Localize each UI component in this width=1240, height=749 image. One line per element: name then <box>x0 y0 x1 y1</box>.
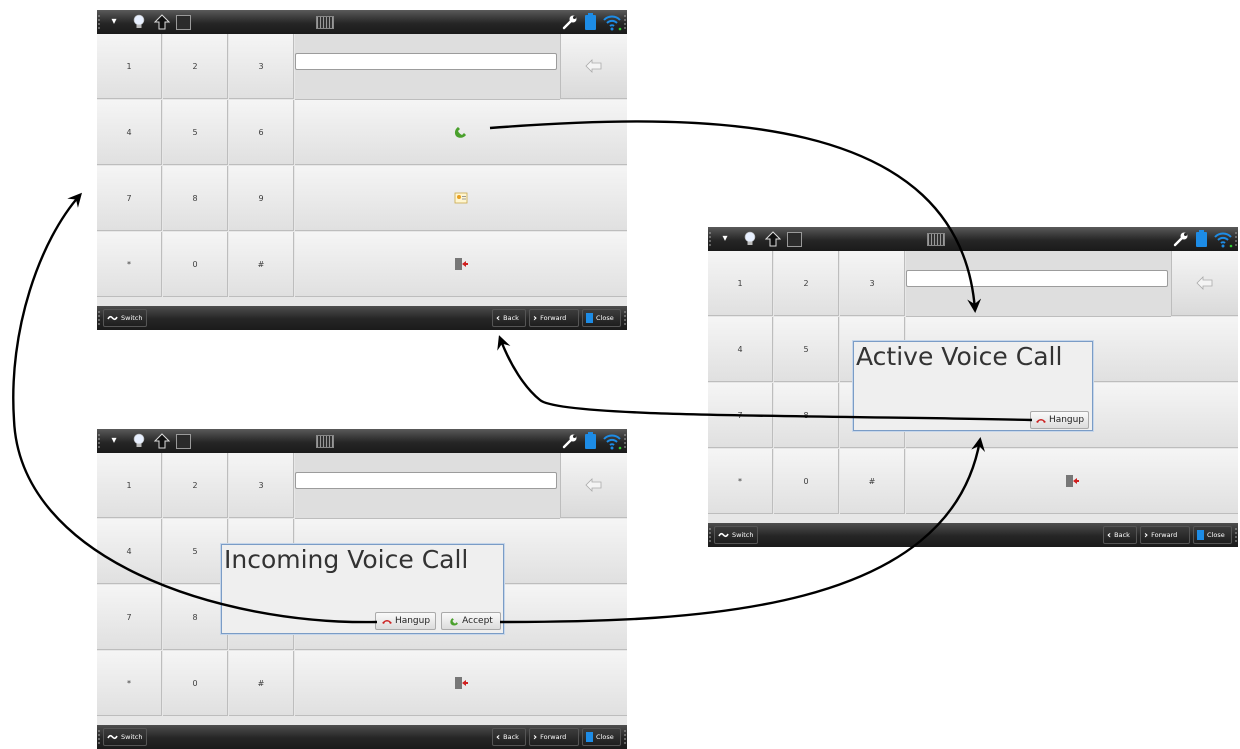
arrow-call-to-active <box>489 120 982 313</box>
flow-arrows <box>12 120 1033 624</box>
arrow-active-hangup-to-dialer <box>497 335 1033 422</box>
arrow-accept-to-active <box>499 437 985 624</box>
arrow-incoming-hangup-to-dialer <box>12 192 378 624</box>
